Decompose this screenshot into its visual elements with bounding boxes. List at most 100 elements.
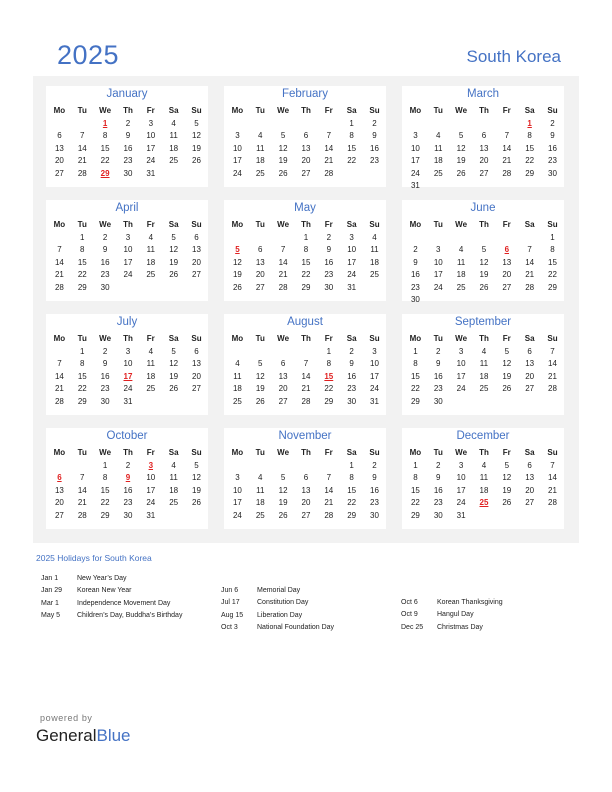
day-cell: 21 [324, 498, 334, 508]
weekday-label: Su [191, 334, 202, 343]
day-cell: 25 [255, 510, 265, 520]
empty-cell [518, 180, 541, 192]
weekday-header: Mo Tu We Th Fr Sa Su [226, 219, 386, 231]
week-row: 15 16 17 18 19 20 21 [404, 485, 564, 497]
weekday-header: Mo Tu We Th Fr Sa Su [404, 105, 564, 117]
day-cell: 7 [504, 131, 510, 141]
day-cell: 30 [433, 510, 443, 520]
day-cell: 15 [347, 485, 357, 495]
weekday-label: We [455, 106, 468, 115]
week-row: 29 30 [404, 396, 564, 408]
day-cell: 31 [123, 396, 133, 406]
day-cell: 16 [433, 485, 443, 495]
day-cell: 20 [479, 156, 489, 166]
weekday-label: Tu [255, 106, 265, 115]
day-cell: 28 [278, 282, 288, 292]
month-title: July [116, 316, 138, 328]
day-cell: 12 [479, 257, 489, 267]
day-cell: 11 [370, 245, 379, 255]
empty-cell [226, 232, 249, 244]
day-cell: 2 [125, 461, 131, 470]
week-row: 29 30 31 [404, 510, 564, 522]
empty-cell [249, 460, 272, 472]
day-cell: 28 [301, 396, 311, 406]
weekday-label: Sa [524, 106, 535, 115]
day-cell: 5 [258, 359, 263, 369]
day-cell: 24 [146, 498, 156, 508]
empty-cell [317, 460, 340, 472]
weekday-label: Sa [524, 220, 535, 229]
day-cell: 3 [458, 347, 464, 356]
weekday-label: Mo [53, 220, 66, 229]
day-cell: 14 [301, 371, 311, 381]
day-cell: 12 [192, 473, 201, 483]
empty-cell [518, 232, 541, 244]
weekday-header: Mo Tu We Th Fr Sa Su [404, 333, 564, 345]
day-cell: 1 [102, 461, 108, 470]
day-cell: 19 [169, 257, 179, 267]
day-cell: 24 [456, 498, 466, 508]
weekday-label: Fr [502, 334, 511, 343]
day-cell: 25 [479, 384, 489, 394]
day-cell: 23 [433, 384, 443, 394]
day-cell: 13 [525, 359, 535, 369]
week-row: 12 [226, 460, 386, 472]
day-cell: 10 [433, 257, 443, 267]
holiday-item: Oct 6 Korean Thanksgiving [401, 599, 503, 606]
week-row: 1 2 3 4 [226, 232, 386, 244]
week-row: 6 7 8 9 10 11 12 [48, 130, 208, 142]
week-row: 28 29 30 31 [48, 396, 208, 408]
empty-cell [495, 294, 518, 306]
day-cell: 16 [370, 143, 379, 153]
week-row: 17 18 19 20 21 22 23 [226, 497, 386, 509]
weekday-label: Th [123, 334, 133, 343]
day-cell: 11 [169, 131, 178, 141]
day-cell: 17 [370, 371, 379, 381]
holiday-name: Korean Thanksgiving [437, 599, 503, 606]
day-cell: 31 [146, 168, 156, 178]
day-cell: 12 [169, 359, 179, 369]
day-cell: 5 [171, 347, 176, 356]
empty-cell [185, 396, 208, 408]
day-cell: 3 [372, 347, 377, 356]
day-cell: 8 [349, 473, 354, 483]
holiday-date: Jan 29 [41, 587, 63, 595]
day-cell: 2 [102, 233, 108, 242]
day-cell: 19 [192, 143, 201, 153]
day-cell: 15 [410, 485, 420, 495]
day-cell: 26 [192, 498, 201, 508]
day-cell: 11 [434, 143, 443, 153]
day-cell: 10 [410, 143, 420, 153]
day-cell: 23 [123, 498, 133, 508]
empty-cell [473, 118, 496, 130]
week-row: 8 9 10 11 12 13 14 [404, 472, 564, 484]
empty-cell [450, 294, 473, 306]
powered-by-label: powered by [40, 713, 93, 723]
brand-logo: GeneralBlue [36, 726, 131, 746]
week-row: 19 20 21 22 23 24 25 [226, 269, 386, 281]
weekday-label: Fr [324, 220, 333, 229]
day-cell: 6 [303, 473, 309, 483]
day-cell: 6 [280, 359, 286, 369]
day-cell: 31 [370, 396, 379, 406]
day-cell: 31 [146, 510, 156, 520]
weekday-label: Tu [433, 220, 443, 229]
weekday-label: Fr [146, 334, 155, 343]
empty-cell [272, 118, 295, 130]
weekday-label: Tu [255, 334, 265, 343]
empty-cell [272, 232, 295, 244]
day-cell: 18 [169, 143, 179, 153]
weekday-header: Mo Tu We Th Fr Sa Su [226, 333, 386, 345]
week-row: 5 6 7 8 9 10 11 [226, 244, 386, 256]
holiday-day: 15 [324, 371, 334, 381]
day-cell: 21 [278, 270, 288, 280]
day-cell: 17 [232, 498, 242, 508]
week-row: 17 18 19 20 21 22 23 [404, 155, 564, 167]
empty-cell [473, 396, 496, 408]
empty-cell [450, 180, 473, 192]
weekday-label: We [455, 334, 468, 343]
day-cell: 14 [548, 359, 557, 369]
day-cell: 21 [77, 156, 87, 166]
weekday-label: Su [547, 106, 558, 115]
day-cell: 25 [255, 168, 265, 178]
